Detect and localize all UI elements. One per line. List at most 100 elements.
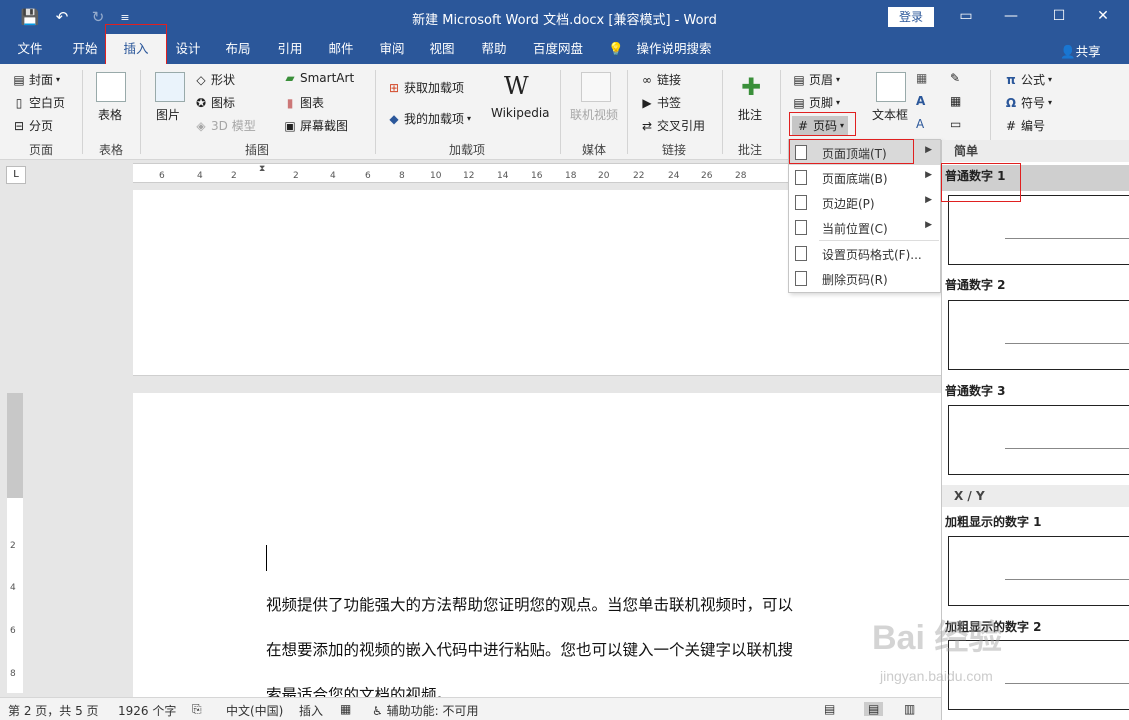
accessibility-status[interactable]: ♿ 辅助功能: 不可用 <box>372 702 478 719</box>
tab-home[interactable]: 开始 <box>62 34 108 64</box>
page-bottom-icon <box>795 170 807 185</box>
web-layout-icon[interactable]: ▥ <box>904 702 915 716</box>
tab-insert[interactable]: 插入 <box>106 34 166 64</box>
menu-remove-page-numbers[interactable]: 删除页码(R) <box>789 266 940 291</box>
date-time-icon[interactable]: ▦ <box>950 94 961 108</box>
wikipedia-button[interactable]: Wikipedia <box>491 106 550 120</box>
gallery-thumb-bold-1[interactable] <box>948 536 1129 606</box>
wikipedia-icon[interactable]: W <box>504 72 529 100</box>
screenshot-button[interactable]: ▣ 屏幕截图 <box>283 117 348 134</box>
tell-me-search[interactable]: 操作说明搜索 <box>632 34 716 64</box>
link-button[interactable]: ∞ 链接 <box>640 71 681 88</box>
comment-icon[interactable]: ✚ <box>736 72 766 102</box>
equation-button[interactable]: π 公式 ▾ <box>1004 71 1052 88</box>
footer-button[interactable]: ▤ 页脚 ▾ <box>792 94 840 111</box>
language[interactable]: 中文(中国) <box>226 702 283 719</box>
menu-item-label: 页面底端(B) <box>822 172 888 186</box>
paragraph-line[interactable]: 在想要添加的视频的嵌入代码中进行粘贴。您也可以键入一个关键字以联机搜 <box>266 638 793 660</box>
proofing-icon[interactable]: ⎘ <box>192 702 202 717</box>
print-layout-icon[interactable]: ▤ <box>864 702 884 716</box>
page-number-button[interactable]: # 页码 ▾ <box>792 116 849 135</box>
menu-current-position[interactable]: 当前位置(C) ▶ <box>789 215 940 240</box>
group-label-illustrations: 插图 <box>244 143 269 157</box>
comment-button[interactable]: 批注 <box>738 106 762 123</box>
indent-marker-icon[interactable]: ⧗ <box>259 164 265 174</box>
get-addins-button[interactable]: ⊞ 获取加载项 <box>387 79 464 96</box>
tab-help[interactable]: 帮助 <box>474 34 514 64</box>
3d-models-button[interactable]: ◈ 3D 模型 <box>194 117 255 134</box>
group-label-pages: 页面 <box>28 143 53 157</box>
gallery-thumb-plain-2[interactable] <box>948 300 1129 370</box>
text-box-button[interactable]: 文本框 <box>872 106 908 123</box>
macro-icon[interactable]: ▦ <box>340 702 351 716</box>
ruler-number: 28 <box>735 171 747 181</box>
read-mode-icon[interactable]: ▤ <box>824 702 835 716</box>
page-margins-icon <box>795 195 807 210</box>
menu-top-of-page[interactable]: 页面顶端(T) ▶ <box>789 140 940 165</box>
gallery-item-plain-2-label[interactable]: 普通数字 2 <box>945 276 1006 293</box>
table-button[interactable]: 表格 <box>98 106 122 123</box>
minimize-icon[interactable]: — <box>998 4 1024 28</box>
thumb-line <box>1005 238 1129 239</box>
object-icon[interactable]: ▭ <box>950 117 961 131</box>
tab-review[interactable]: 审阅 <box>372 34 412 64</box>
gallery-thumb-plain-1[interactable] <box>948 195 1129 265</box>
menu-format-page-numbers[interactable]: 设置页码格式(F)... <box>789 241 940 266</box>
signature-line-icon[interactable]: ✎ <box>950 71 960 85</box>
group-separator <box>140 70 141 154</box>
shapes-button[interactable]: ◇ 形状 <box>194 71 235 88</box>
quick-parts-icon[interactable]: ▦ <box>916 71 927 85</box>
my-addins-icon: ◆ <box>389 111 399 126</box>
cover-page-button[interactable]: ▤ 封面 ▾ <box>12 71 60 88</box>
bookmark-button[interactable]: ▶ 书签 <box>640 94 681 111</box>
gallery-item-plain-1-label[interactable]: 普通数字 1 <box>942 165 1129 191</box>
table-icon[interactable] <box>96 72 126 102</box>
thumb-line <box>1005 448 1129 449</box>
paragraph-line[interactable]: 视频提供了功能强大的方法帮助您证明您的观点。当您单击联机视频时，可以 <box>266 593 793 615</box>
online-video-icon[interactable] <box>581 72 611 102</box>
share-button[interactable]: 👤共享 <box>1060 41 1101 60</box>
login-button[interactable]: 登录 <box>888 7 934 27</box>
gallery-thumb-plain-3[interactable] <box>948 405 1129 475</box>
wordart-icon[interactable]: A <box>916 94 925 108</box>
tab-selector[interactable]: L <box>6 166 26 184</box>
gallery-item-bold-1-label[interactable]: 加粗显示的数字 1 <box>945 513 1042 530</box>
picture-button[interactable]: 图片 <box>156 106 180 123</box>
my-addins-button[interactable]: ◆ 我的加载项 ▾ <box>387 110 471 127</box>
page-count[interactable]: 第 2 页，共 5 页 <box>8 702 99 719</box>
tab-baidu-netdisk[interactable]: 百度网盘 <box>528 34 588 64</box>
menu-bottom-of-page[interactable]: 页面底端(B) ▶ <box>789 165 940 190</box>
numbering-button[interactable]: # 编号 <box>1004 117 1045 134</box>
symbol-button[interactable]: Ω 符号 ▾ <box>1004 94 1052 111</box>
close-icon[interactable]: ✕ <box>1090 4 1116 28</box>
ruler-number: 8 <box>10 669 16 679</box>
word-count[interactable]: 1926 个字 <box>118 702 176 719</box>
ruler-number: 2 <box>231 171 237 181</box>
group-separator <box>82 70 83 154</box>
header-button[interactable]: ▤ 页眉 ▾ <box>792 71 840 88</box>
gallery-item-plain-3-label[interactable]: 普通数字 3 <box>945 382 1006 399</box>
tab-design[interactable]: 设计 <box>168 34 208 64</box>
icons-button[interactable]: ✪ 图标 <box>194 94 235 111</box>
blank-page-button[interactable]: ▯ 空白页 <box>12 94 65 111</box>
tab-view[interactable]: 视图 <box>422 34 462 64</box>
page-break-icon: ⊟ <box>13 118 25 133</box>
text-box-icon[interactable] <box>876 72 906 102</box>
page-break-button[interactable]: ⊟ 分页 <box>12 117 53 134</box>
tab-references[interactable]: 引用 <box>270 34 310 64</box>
insert-mode[interactable]: 插入 <box>299 702 323 719</box>
maximize-icon[interactable]: ☐ <box>1046 4 1072 28</box>
smartart-button[interactable]: ▰ SmartArt <box>283 71 354 85</box>
ruler-number: 14 <box>497 171 509 181</box>
tab-file[interactable]: 文件 <box>8 34 52 64</box>
chart-button[interactable]: ▮ 图表 <box>283 94 324 111</box>
horizontal-ruler[interactable]: 6 4 2 2 4 6 8 10 12 14 16 18 20 22 24 26 28 ⧗ <box>133 163 793 183</box>
tab-layout[interactable]: 布局 <box>218 34 258 64</box>
menu-page-margins[interactable]: 页边距(P) ▶ <box>789 190 940 215</box>
picture-icon[interactable] <box>155 72 185 102</box>
online-video-button[interactable]: 联机视频 <box>570 106 618 123</box>
ribbon-display-options-icon[interactable]: ▭ <box>953 4 979 28</box>
cross-reference-button[interactable]: ⇄ 交叉引用 <box>640 117 705 134</box>
tab-mailings[interactable]: 邮件 <box>321 34 361 64</box>
drop-cap-icon[interactable]: A <box>916 117 924 131</box>
